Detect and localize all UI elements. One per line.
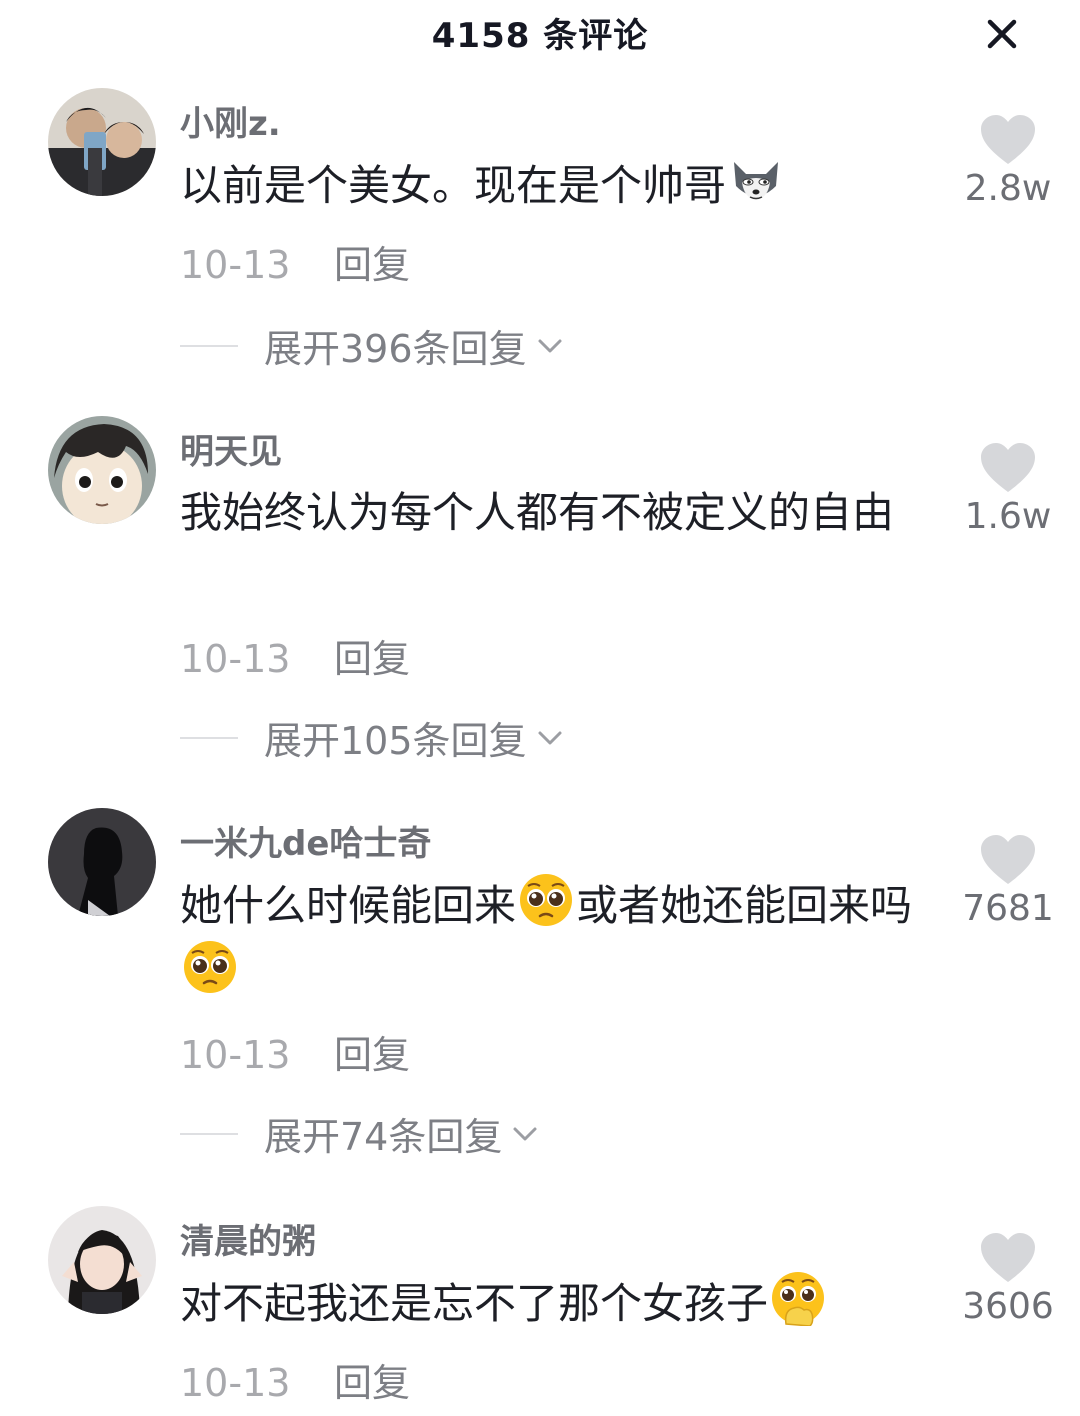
heart-icon [979,1232,1037,1284]
comment-text: 对不起我还是忘不了那个女孩子 [180,1270,920,1337]
comment-text: 她什么时候能回来 或者她还能回来吗 [180,872,920,1006]
expand-replies-button[interactable]: 展开74条回复 [180,1106,542,1161]
avatar[interactable] [48,88,156,196]
comment-date: 10-13 [180,1033,291,1077]
pleading-face-icon [518,872,574,928]
username[interactable]: 明天见 [180,424,282,473]
close-icon[interactable] [978,10,1026,58]
avatar[interactable] [48,1206,156,1314]
holding-back-tears-face-icon [770,1270,826,1326]
expand-replies-label: 展开105条回复 [264,719,527,763]
comment-text: 以前是个美女。现在是个帅哥 [180,152,920,219]
divider-line [180,736,238,739]
chevron-down-icon [508,1117,542,1151]
like-button[interactable]: 3606 [950,1232,1066,1327]
reply-button[interactable]: 回复 [334,243,410,287]
comment-date: 10-13 [180,243,291,287]
heart-icon [979,442,1037,494]
pleading-face-icon [182,939,238,995]
comment-date: 10-13 [180,637,291,681]
comment-meta: 10-13 回复 [180,1352,410,1407]
comment-text-content: 对不起我还是忘不了那个女孩子 [180,1279,769,1328]
like-count: 3606 [962,1286,1054,1327]
expand-replies-button[interactable]: 展开396条回复 [180,318,567,373]
divider-line [180,344,238,347]
comment-meta: 10-13 回复 [180,1024,410,1079]
comment-meta: 10-13 回复 [180,628,410,683]
like-button[interactable]: 1.6w [950,442,1066,537]
like-button[interactable]: 7681 [950,834,1066,929]
avatar[interactable] [48,416,156,524]
comment-text-part: 她什么时候能回来 [180,881,517,930]
avatar[interactable] [48,808,156,916]
wolf-face-icon [728,152,784,208]
comment-count-title: 4158 条评论 [431,16,649,56]
expand-replies-label: 展开74条回复 [264,1115,503,1159]
heart-icon [979,114,1037,166]
comment-date: 10-13 [180,1361,291,1405]
username[interactable]: 一米九de哈士奇 [180,816,431,865]
comment-text-part: 或者她还能回来吗 [576,881,913,930]
expand-replies-label: 展开396条回复 [264,327,527,371]
comment-meta: 10-13 回复 [180,234,410,289]
username[interactable]: 小刚z. [180,96,281,145]
like-count: 7681 [962,888,1054,929]
chevron-down-icon [533,329,567,363]
comment-text: 我始终认为每个人都有不被定义的自由 [180,488,895,537]
expand-replies-button[interactable]: 展开105条回复 [180,710,567,765]
comment-text-content: 以前是个美女。现在是个帅哥 [180,161,727,210]
reply-button[interactable]: 回复 [334,1361,410,1405]
heart-icon [979,834,1037,886]
reply-button[interactable]: 回复 [334,1033,410,1077]
like-button[interactable]: 2.8w [950,114,1066,209]
comments-header: 4158 条评论 [0,0,1080,60]
reply-button[interactable]: 回复 [334,637,410,681]
divider-line [180,1132,238,1135]
chevron-down-icon [533,721,567,755]
username[interactable]: 清晨的粥 [180,1214,316,1263]
like-count: 2.8w [964,168,1052,209]
like-count: 1.6w [964,496,1052,537]
